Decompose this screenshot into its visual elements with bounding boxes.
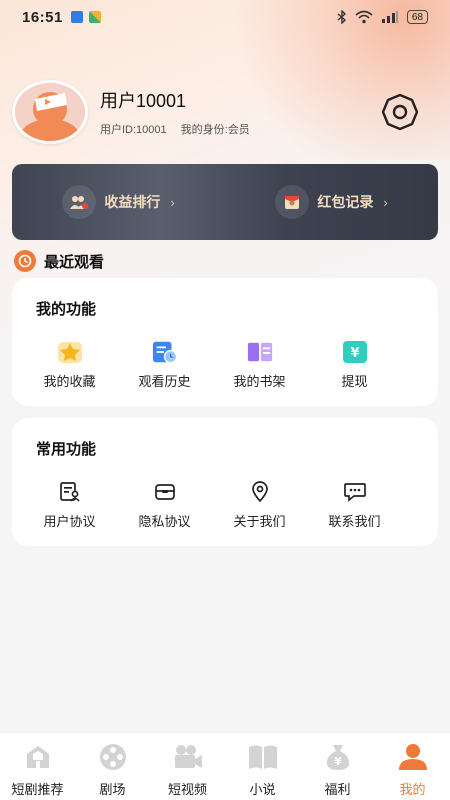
privacy-icon [152,479,178,505]
contact-us-button[interactable]: 联系我们 [307,479,402,530]
app-status-icon [88,11,101,23]
chat-icon [342,479,368,505]
withdraw-icon: ¥ [342,339,368,365]
nav-label: 剧场 [99,782,126,797]
earnings-card: 收益排行 › 红包记录 › [12,164,438,240]
red-packet-record-label: 红包记录 [317,194,374,210]
nav-label: 短剧推荐 [11,782,64,797]
bottom-nav: 短剧推荐 剧场 短视频 小说 ¥ 福利 我的 [0,732,450,800]
recently-watched[interactable]: 最近观看 [14,250,104,272]
nav-short-video[interactable]: 短视频 [150,733,225,800]
user-agreement-button[interactable]: 用户协议 [22,479,117,530]
withdraw-button[interactable]: ¥ 提现 [307,339,402,390]
user-identity: 我的身份:会员 [180,124,250,136]
nav-welfare[interactable]: ¥ 福利 [300,733,375,800]
clock-icon [14,250,36,272]
chevron-right-icon: › [170,194,175,210]
bluetooth-icon [337,10,346,24]
nav-theater[interactable]: 剧场 [75,733,150,800]
shield-status-icon [70,11,83,23]
withdraw-label: 提现 [341,374,368,389]
common-functions-card: 常用功能 用户协议 隐私协议 关于我们 联系我们 [12,418,438,546]
history-icon [152,339,178,365]
red-packet-icon [275,185,310,219]
watch-history-button[interactable]: 观看历史 [117,339,212,390]
privacy-agreement-button[interactable]: 隐私协议 [117,479,212,530]
user-id: 用户ID:10001 [100,124,167,136]
my-bookshelf-button[interactable]: 我的书架 [212,339,307,390]
my-functions-title: 我的功能 [36,301,97,318]
signal-icon [381,11,398,23]
earnings-ranking-label: 收益排行 [104,194,161,210]
privacy-agreement-label: 隐私协议 [138,514,191,529]
chevron-right-icon: › [383,194,388,210]
avatar-icon [15,83,85,141]
money-bag-icon: ¥ [322,741,354,773]
video-camera-icon [172,741,204,773]
status-bar: 16:51 68 [0,0,450,34]
film-reel-icon [97,741,129,773]
battery-indicator: 68 [406,10,428,24]
user-agreement-label: 用户协议 [43,514,96,529]
nav-label: 短视频 [167,782,207,797]
gear-icon [381,93,419,131]
svg-text:¥: ¥ [334,755,342,768]
my-favorites-label: 我的收藏 [43,374,96,389]
about-us-label: 关于我们 [233,514,286,529]
common-functions-title: 常用功能 [36,441,97,458]
red-packet-record-button[interactable]: 红包记录 › [275,185,388,219]
profile-header: 用户10001 用户ID:10001 我的身份:会员 [12,80,438,144]
nav-short-drama-recommend[interactable]: 短剧推荐 [0,733,75,800]
avatar[interactable] [12,80,88,144]
person-icon [397,741,429,773]
about-us-button[interactable]: 关于我们 [212,479,307,530]
wifi-icon [355,10,373,24]
nav-label: 福利 [324,782,351,797]
recently-watched-label: 最近观看 [44,253,105,271]
settings-button[interactable] [378,90,422,134]
location-pin-icon [247,479,273,505]
contact-us-label: 联系我们 [328,514,381,529]
nav-mine[interactable]: 我的 [375,733,450,800]
watch-history-label: 观看历史 [138,374,191,389]
earnings-ranking-button[interactable]: 收益排行 › [62,185,175,219]
my-functions-card: 我的功能 我的收藏 观看历史 我的书架 ¥ 提现 [12,278,438,406]
username: 用户10001 [100,91,187,111]
nav-novel[interactable]: 小说 [225,733,300,800]
book-icon [247,741,279,773]
ranking-icon [62,185,97,219]
svg-text:¥: ¥ [350,346,359,361]
my-bookshelf-label: 我的书架 [233,374,286,389]
user-agreement-icon [57,479,83,505]
my-favorites-button[interactable]: 我的收藏 [22,339,117,390]
nav-label: 我的 [399,782,426,797]
status-time: 16:51 [22,8,63,26]
bookshelf-icon [247,339,273,365]
house-icon [22,741,54,773]
star-icon [57,339,83,365]
nav-label: 小说 [249,782,276,797]
